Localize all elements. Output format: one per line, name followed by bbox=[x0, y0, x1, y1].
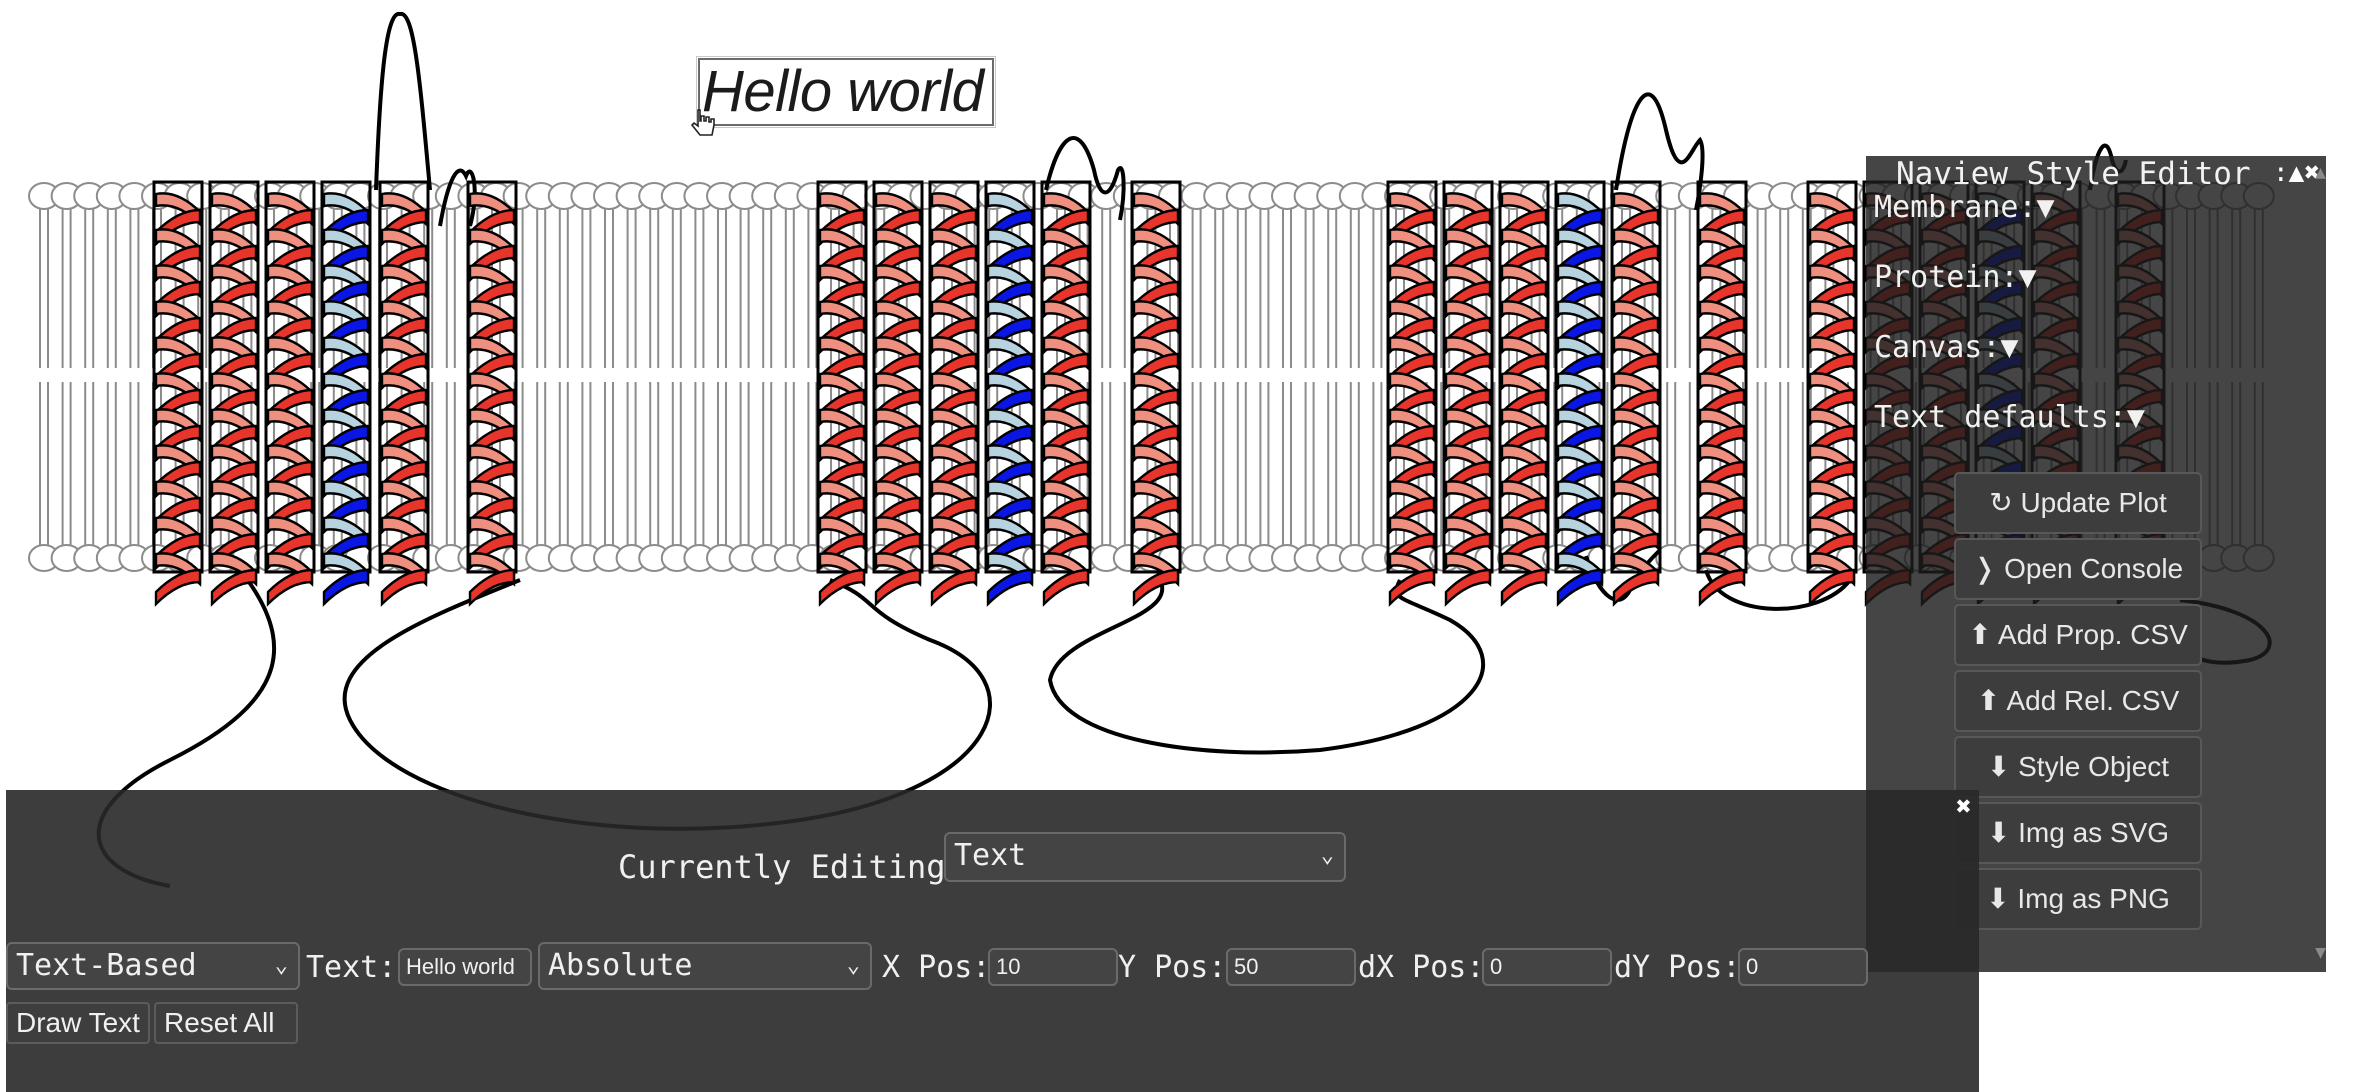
section-canvas[interactable]: Canvas:▼ bbox=[1874, 330, 2019, 365]
helix bbox=[1498, 180, 1550, 607]
style-editor-window-controls[interactable]: :▲✖ bbox=[2273, 158, 2320, 188]
helix bbox=[320, 180, 372, 607]
x-pos-label: X Pos: bbox=[882, 950, 991, 985]
chevron-down-icon: ⌄ bbox=[274, 953, 288, 978]
chevron-down-icon: ⌄ bbox=[846, 953, 860, 978]
helix bbox=[1610, 180, 1662, 607]
y-pos-input[interactable]: 50 bbox=[1226, 948, 1356, 986]
section-text-defaults[interactable]: Text defaults:▼ bbox=[1874, 400, 2145, 435]
y-pos-label: Y Pos: bbox=[1118, 950, 1227, 985]
editing-target-select[interactable]: Text ⌄ bbox=[944, 832, 1346, 882]
dy-pos-input[interactable]: 0 bbox=[1738, 948, 1868, 986]
scroll-up-icon[interactable]: ▲ bbox=[2315, 162, 2326, 183]
close-icon[interactable]: ✖ bbox=[1956, 792, 1972, 822]
position-mode-select[interactable]: Absolute ⌄ bbox=[538, 942, 872, 990]
editing-target-value: Text bbox=[954, 838, 1027, 873]
chevron-down-icon: ⌄ bbox=[1320, 843, 1334, 868]
helix bbox=[928, 180, 980, 607]
style-editor-title: Naview Style Editor bbox=[1896, 156, 2251, 192]
currently-editing-label: Currently Editing: bbox=[618, 848, 965, 886]
text-input[interactable]: Hello world bbox=[398, 948, 532, 986]
add-prop-csv-button[interactable]: ⬆ Add Prop. CSV bbox=[1954, 604, 2202, 666]
text-annotation-box[interactable]: Hello world bbox=[696, 56, 996, 128]
scroll-down-icon[interactable]: ▼ bbox=[2315, 942, 2326, 963]
helix bbox=[1806, 180, 1858, 607]
helix bbox=[1442, 180, 1494, 607]
dx-pos-input[interactable]: 0 bbox=[1482, 948, 1612, 986]
section-protein[interactable]: Protein:▼ bbox=[1874, 260, 2037, 295]
open-console-button[interactable]: ❭ Open Console bbox=[1954, 538, 2202, 600]
section-membrane[interactable]: Membrane:▼ bbox=[1874, 190, 2055, 225]
hand-cursor-icon bbox=[690, 109, 715, 136]
text-mode-value: Text-Based bbox=[16, 948, 197, 983]
download-style-object-button[interactable]: ⬇ Style Object bbox=[1954, 736, 2202, 798]
helix bbox=[208, 180, 260, 607]
add-rel-csv-button[interactable]: ⬆ Add Rel. CSV bbox=[1954, 670, 2202, 732]
text-label: Text: bbox=[306, 950, 397, 985]
download-png-button[interactable]: ⬇ Img as PNG bbox=[1954, 868, 2202, 930]
text-editing-panel: Currently Editing: Text ⌄ Text-Based ⌄ Tex… bbox=[6, 790, 1979, 1092]
dx-pos-label: dX Pos: bbox=[1358, 950, 1485, 985]
helix bbox=[1696, 180, 1748, 607]
reset-all-button[interactable]: Reset All bbox=[154, 1002, 298, 1044]
text-mode-select[interactable]: Text-Based ⌄ bbox=[6, 942, 300, 990]
download-svg-button[interactable]: ⬇ Img as SVG bbox=[1954, 802, 2202, 864]
position-mode-value: Absolute bbox=[548, 948, 693, 983]
update-plot-button[interactable]: ↻ Update Plot bbox=[1954, 472, 2202, 534]
draw-text-button[interactable]: Draw Text bbox=[6, 1002, 150, 1044]
x-pos-input[interactable]: 10 bbox=[988, 948, 1118, 986]
helix bbox=[816, 180, 868, 607]
dy-pos-label: dY Pos: bbox=[1614, 950, 1741, 985]
helix bbox=[984, 180, 1036, 607]
text-annotation[interactable]: Hello world bbox=[700, 60, 992, 124]
